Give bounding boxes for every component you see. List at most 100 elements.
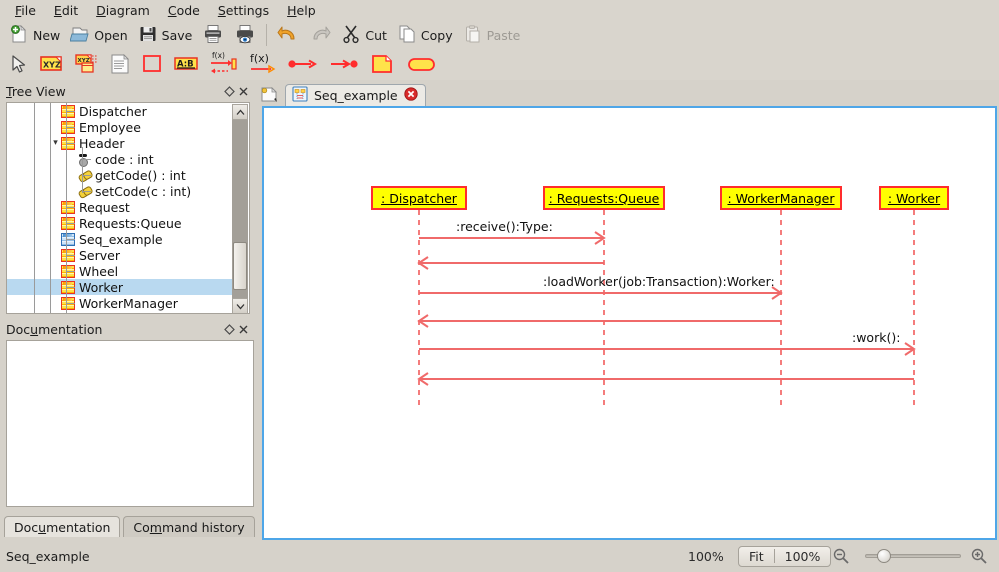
tree-item-seq-example[interactable]: Seq_example — [7, 231, 233, 247]
zoom-percent-label: 100% — [688, 548, 724, 564]
scrollbar-thumb[interactable] — [233, 242, 247, 290]
attribute-tool-icon: A:B — [173, 54, 199, 77]
message-tool-icon: f(x) — [209, 51, 239, 80]
lifeline-label: : Worker — [887, 190, 941, 206]
tree-item-setcode-c-int-[interactable]: setCode(c : int) — [7, 183, 233, 199]
tree-item-label: Request — [79, 199, 130, 215]
tree-item-label: code : int — [95, 151, 154, 167]
close-icon[interactable] — [236, 322, 250, 336]
zoom-slider[interactable] — [865, 549, 961, 563]
floppy-disk-icon — [138, 24, 158, 47]
tree-view-list[interactable]: Dispatcher Employee ▾ Header code : int getCo… — [6, 102, 250, 314]
copy-icon — [397, 24, 417, 47]
rounded-node-tool-icon — [407, 55, 437, 76]
scissors-icon — [341, 24, 361, 47]
tree-item-worker[interactable]: Worker — [7, 279, 233, 295]
menu-settings[interactable]: Settings — [209, 1, 278, 20]
documentation-textarea[interactable] — [6, 340, 254, 507]
redo-button[interactable] — [304, 22, 336, 49]
fit-button[interactable]: Fit — [739, 549, 774, 564]
lifeline-box-worker[interactable]: : Worker — [879, 186, 949, 210]
box-tool-button[interactable] — [136, 53, 168, 78]
object-tool-button[interactable] — [366, 52, 402, 79]
documentation-dock: Documentation — [2, 320, 254, 510]
diagram-canvas[interactable]: : Dispatcher : Requests:Queue : WorkerMana… — [262, 106, 997, 540]
expander-toggle[interactable]: ▾ — [50, 138, 61, 149]
undo-icon — [277, 23, 299, 48]
tree-guide-tick — [82, 191, 91, 192]
float-dock-icon[interactable] — [222, 84, 236, 98]
scroll-down-button[interactable] — [232, 298, 248, 313]
tree-guide-line — [50, 103, 51, 313]
lifeline-box-dispatcher[interactable]: : Dispatcher — [371, 186, 467, 210]
menu-edit[interactable]: Edit — [45, 1, 87, 20]
documentation-title: Documentation — [6, 321, 103, 337]
lifeline-label: : Dispatcher — [381, 190, 457, 206]
close-icon[interactable] — [236, 84, 250, 98]
menu-diagram[interactable]: Diagram — [87, 1, 159, 20]
float-dock-icon[interactable] — [222, 322, 236, 336]
class-tool-button[interactable]: XYZ — [34, 53, 70, 78]
toolbar-separator-1 — [266, 24, 268, 46]
cut-button[interactable]: Cut — [336, 23, 392, 48]
tree-item-header[interactable]: ▾ Header — [7, 135, 233, 151]
lifeline-box-workermanager[interactable]: : WorkerManager — [720, 186, 842, 210]
tree-item-workermanager[interactable]: WorkerManager — [7, 295, 233, 311]
pointer-tool-button[interactable] — [4, 53, 34, 78]
open-folder-icon — [69, 24, 90, 47]
tree-item-wheel[interactable]: Wheel — [7, 263, 233, 279]
rounded-node-tool-button[interactable] — [402, 54, 442, 77]
lifeline-box-requestsqueue[interactable]: : Requests:Queue — [543, 186, 665, 210]
tree-item-request[interactable]: Request — [7, 199, 233, 215]
new-tab-icon[interactable] — [258, 85, 282, 106]
redo-icon — [309, 23, 331, 48]
tree-item-employee[interactable]: Employee — [7, 119, 233, 135]
tab-command-history[interactable]: Co m mand history — [123, 516, 255, 537]
scrollbar-track[interactable] — [232, 120, 248, 298]
open-button-label: Open — [94, 27, 128, 43]
tab-documentation[interactable]: Doc u mentation — [4, 516, 121, 537]
tree-guide-tick — [66, 143, 75, 144]
zoom-in-icon[interactable] — [970, 547, 988, 565]
open-button[interactable]: Open — [65, 23, 132, 48]
sequence-diagram — [417, 210, 916, 406]
tree-item-code-int[interactable]: code : int — [7, 151, 233, 167]
new-button[interactable]: New — [4, 23, 65, 48]
tree-item-requests-queue[interactable]: Requests:Queue — [7, 215, 233, 231]
copy-button[interactable]: Copy — [392, 23, 458, 48]
menu-help[interactable]: Help — [278, 1, 325, 20]
attribute-tool-button[interactable]: A:B — [168, 53, 204, 78]
save-button[interactable]: Save — [133, 23, 198, 48]
undo-button[interactable] — [272, 22, 304, 49]
tree-item-getcode-int[interactable]: getCode() : int — [7, 167, 233, 183]
tree-item-server[interactable]: Server — [7, 247, 233, 263]
zoom-100-button[interactable]: 100% — [775, 549, 831, 564]
paste-button[interactable]: Paste — [458, 23, 526, 48]
print-button[interactable] — [197, 22, 229, 49]
tree-scrollbar[interactable] — [232, 104, 248, 313]
function-tool-button[interactable]: f(x) — [244, 50, 282, 81]
close-tab-icon[interactable] — [403, 87, 418, 104]
tree-item-label: Requests:Queue — [79, 215, 182, 231]
menu-code[interactable]: Code — [159, 1, 209, 20]
zoom-slider-thumb[interactable] — [877, 549, 891, 563]
lifeline-label: : Requests:Queue — [548, 190, 660, 206]
print-preview-button[interactable] — [229, 22, 261, 49]
document-tab-seq-example[interactable]: Seq_example — [285, 84, 426, 106]
scroll-up-button[interactable] — [232, 104, 248, 120]
tree-guide-tick — [66, 239, 75, 240]
tree-item-dispatcher[interactable]: Dispatcher — [7, 103, 233, 119]
note-tool-button[interactable] — [104, 52, 136, 79]
box-tool-icon — [141, 54, 163, 77]
copy-button-label: Copy — [420, 27, 453, 43]
association-tool-button[interactable] — [282, 54, 324, 77]
package-tool-button[interactable]: XYZ — [70, 52, 104, 79]
zoom-out-icon[interactable] — [832, 547, 850, 565]
menu-bar: File Edit Diagram Code Settings Help — [0, 0, 999, 20]
message-tool-button[interactable]: f(x) — [204, 50, 244, 81]
directed-association-tool-button[interactable] — [324, 54, 366, 77]
menu-file[interactable]: File — [6, 1, 45, 20]
